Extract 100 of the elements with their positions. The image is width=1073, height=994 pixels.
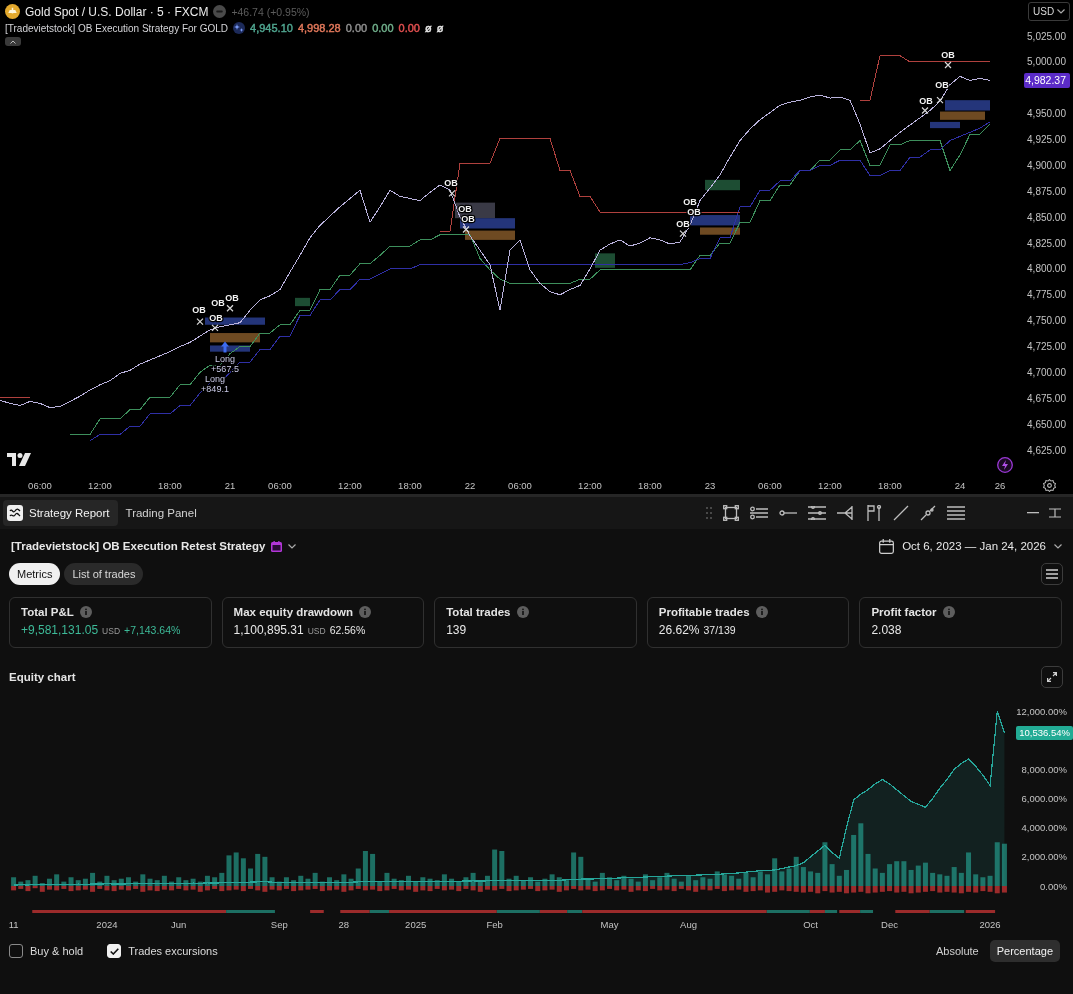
checkbox-label[interactable]: Trades excursions bbox=[128, 945, 218, 957]
time-axis-label: 18:00 bbox=[878, 480, 902, 491]
segment-icon[interactable] bbox=[920, 505, 936, 521]
price-axis-label: 4,925.00 bbox=[1027, 134, 1066, 145]
cross-marker-icon bbox=[211, 324, 219, 332]
menu-icon bbox=[1046, 569, 1058, 579]
lines-icon[interactable] bbox=[947, 506, 965, 520]
menu-button[interactable] bbox=[1041, 563, 1063, 585]
wave-icon bbox=[7, 505, 23, 521]
time-axis-label: 06:00 bbox=[28, 480, 52, 491]
time-axis-label: 23 bbox=[704, 480, 716, 491]
date-range-select[interactable]: Oct 6, 2023 — Jan 24, 2026 bbox=[879, 538, 1062, 554]
price-axis-label: 4,750.00 bbox=[1027, 315, 1066, 327]
cross-marker-icon bbox=[679, 230, 687, 238]
metric-value: +9,581,131.05 bbox=[21, 623, 99, 637]
chevron-down-icon bbox=[1054, 543, 1062, 549]
info-icon bbox=[942, 606, 955, 618]
equity-value-label: 10,536.54% bbox=[1016, 725, 1073, 740]
expand-button[interactable] bbox=[1041, 666, 1063, 688]
i-beam-icon[interactable] bbox=[1049, 507, 1061, 519]
percent-axis-label: 0.00% bbox=[1040, 880, 1067, 892]
chevron-down-icon bbox=[288, 543, 297, 549]
indicator-value: 4,998.28 bbox=[297, 22, 341, 34]
checkbox[interactable] bbox=[9, 944, 23, 958]
scale-mode-tab[interactable]: Percentage bbox=[989, 940, 1060, 962]
order-block-zone bbox=[295, 297, 310, 307]
scale-mode-tab[interactable]: Absolute bbox=[928, 940, 986, 962]
date-axis-label: 2026 bbox=[979, 919, 1001, 930]
expand-icon bbox=[1047, 672, 1057, 682]
metric-value: 139 bbox=[446, 623, 467, 637]
percent-axis-label: 8,000.00% bbox=[1021, 763, 1067, 775]
info-icon bbox=[755, 606, 768, 618]
strategy-select[interactable]: [Tradevietstock] OB Execution Retest Strategy bbox=[11, 540, 297, 552]
ob-label: OB bbox=[935, 79, 949, 90]
metric-value: 2.038 bbox=[871, 623, 902, 637]
report-tab[interactable]: Metrics bbox=[9, 563, 61, 585]
cross-marker-icon bbox=[921, 106, 929, 115]
price-axis-label: 4,950.00 bbox=[1027, 108, 1066, 120]
chevron-up-icon bbox=[10, 39, 16, 44]
calendar-icon bbox=[879, 538, 895, 554]
chevron-down-icon bbox=[1057, 9, 1065, 14]
order-block-zone bbox=[705, 179, 740, 191]
dot-line-icon[interactable] bbox=[779, 510, 797, 516]
cross-marker-icon bbox=[196, 318, 204, 326]
metric-value: 26.62% bbox=[658, 623, 700, 637]
trade-label: Long bbox=[205, 373, 225, 384]
price-axis-label: 5,025.00 bbox=[1027, 30, 1066, 42]
settings-icon[interactable] bbox=[1043, 479, 1056, 492]
percent-axis-label: 4,000.00% bbox=[1021, 822, 1067, 834]
panel-tab[interactable]: Strategy Report bbox=[3, 500, 118, 526]
price-axis-label: 4,650.00 bbox=[1027, 418, 1066, 430]
date-axis-label: 11 bbox=[8, 919, 19, 930]
checkmark-icon bbox=[109, 947, 119, 955]
price-axis-label: 5,000.00 bbox=[1027, 56, 1066, 68]
logo-icon bbox=[7, 453, 31, 466]
currency-select[interactable]: USD bbox=[1028, 2, 1070, 21]
info-icon bbox=[516, 606, 529, 618]
lightning-icon[interactable] bbox=[997, 457, 1013, 473]
cross-marker-icon bbox=[226, 304, 234, 312]
date-axis-label: 28 bbox=[338, 919, 350, 930]
metric-title: Total trades bbox=[446, 606, 511, 618]
grip-icon[interactable] bbox=[706, 507, 712, 519]
price-change: +46.74 (+0.95%) bbox=[231, 5, 310, 18]
metric-title: Total P&L bbox=[21, 606, 74, 618]
last-price-label: 4,982.37 bbox=[1024, 73, 1070, 88]
sliders-icon[interactable] bbox=[808, 506, 826, 520]
ob-label: OB bbox=[683, 196, 697, 207]
diagonal-line-icon[interactable] bbox=[893, 505, 909, 521]
indicator-value: ø bbox=[436, 22, 444, 34]
cross-marker-icon bbox=[448, 189, 456, 197]
report-tab[interactable]: List of trades bbox=[64, 563, 144, 585]
indicator-value: 0.00 bbox=[345, 22, 368, 34]
ob-label: OB bbox=[211, 298, 225, 309]
price-axis-label: 4,725.00 bbox=[1027, 341, 1066, 352]
trade-period-bar bbox=[310, 910, 324, 913]
price-axis-label: 4,625.00 bbox=[1027, 444, 1066, 456]
list-icon[interactable] bbox=[750, 506, 768, 520]
minus-circle-icon bbox=[213, 5, 227, 18]
cross-marker-icon bbox=[462, 225, 470, 234]
order-block-zone bbox=[210, 333, 260, 343]
minimize-icon[interactable] bbox=[1027, 512, 1039, 514]
order-block-zone bbox=[465, 230, 515, 240]
flag-icon[interactable] bbox=[866, 505, 882, 521]
collapse-button[interactable] bbox=[5, 37, 21, 46]
tree-icon[interactable] bbox=[837, 506, 855, 520]
date-axis-label: Aug bbox=[680, 919, 697, 930]
time-axis-label: 21 bbox=[224, 480, 236, 491]
ob-label: OB bbox=[209, 312, 223, 323]
indicator-value: 0.00 bbox=[398, 22, 420, 34]
indicator-value: 0.00 bbox=[372, 22, 394, 34]
metric-title: Profit factor bbox=[871, 606, 937, 618]
order-block-zone bbox=[205, 317, 265, 325]
order-block-zone bbox=[595, 253, 615, 268]
calendar-icon bbox=[271, 540, 283, 552]
metric-value: 1,100,895.31 bbox=[233, 623, 304, 637]
coin-icon bbox=[5, 4, 20, 19]
checkbox-label[interactable]: Buy & hold bbox=[30, 945, 84, 957]
panel-tab[interactable]: Trading Panel bbox=[121, 500, 205, 526]
time-axis-label: 06:00 bbox=[508, 480, 532, 491]
square-icon[interactable] bbox=[723, 505, 739, 521]
